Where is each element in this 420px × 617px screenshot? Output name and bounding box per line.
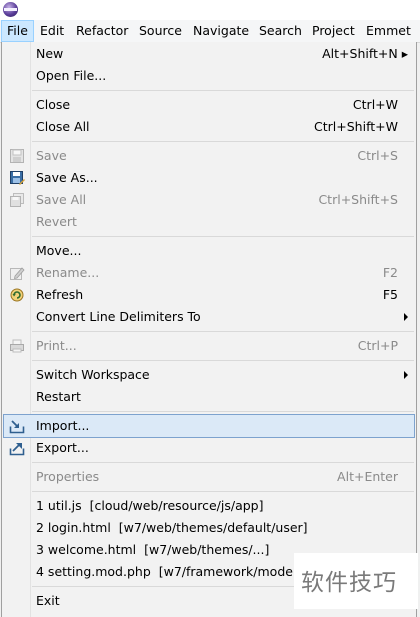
menu-file[interactable]: File [1,20,34,42]
menu-item-restart[interactable]: Restart [4,386,414,408]
menu-refactor[interactable]: Refactor [71,20,133,42]
menu-item-label: 3 welcome.html [w7/web/themes/...] [36,539,269,561]
menu-item-properties[interactable]: Properties Alt+Enter [4,466,414,488]
menu-item-label: Open File... [36,68,107,83]
menu-item-save-all[interactable]: Save All Ctrl+Shift+S [4,189,414,211]
menu-item-label: Close All [36,119,90,134]
menu-item-save[interactable]: Save Ctrl+S [4,145,414,167]
submenu-arrow-icon [404,313,408,321]
menu-item-label: Refresh [36,287,84,302]
save-all-icon [10,193,24,207]
recent-file-name: 2 login.html [36,520,111,535]
recent-file-path: [cloud/web/resource/js/app] [89,498,264,513]
menu-item-shortcut: Ctrl+P [357,338,398,353]
eclipse-app-icon[interactable] [3,2,18,17]
menu-item-label: Export... [36,440,89,455]
menu-item-label: Rename... [36,265,100,280]
import-icon [9,420,25,434]
menu-item-rename[interactable]: Rename... F2 [4,262,414,284]
menu-separator [32,141,414,142]
menu-item-label: Save [36,148,67,163]
menu-separator [32,462,414,463]
menu-separator [32,90,414,91]
menu-item-shortcut: Ctrl+Shift+W [314,119,398,134]
menu-separator [32,360,414,361]
menu-item-move[interactable]: Move... [4,240,414,262]
menu-item-label: New [36,46,64,61]
save-icon [10,149,24,163]
menu-item-convert-line-delimiters[interactable]: Convert Line Delimiters To [4,306,414,328]
recent-file-path: [w7/web/themes/...] [144,542,270,557]
menu-separator [32,411,414,412]
print-icon [10,339,24,353]
menu-item-close[interactable]: Close Ctrl+W [4,94,414,116]
menu-item-shortcut: Ctrl+Shift+S [318,192,398,207]
save-as-icon [10,171,25,185]
recent-file-path: [w7/framework/model] [158,564,302,579]
menu-item-new[interactable]: New Alt+Shift+N ▸ [4,43,414,65]
file-menu-dropdown: New Alt+Shift+N ▸ Open File... Close Ctr… [1,42,417,617]
menu-item-label: Properties [36,469,100,484]
menu-edit[interactable]: Edit [35,20,69,42]
menu-item-shortcut: F5 [382,287,398,302]
recent-file-name: 4 setting.mod.php [36,564,151,579]
menu-item-label: Print... [36,338,77,353]
menu-item-label: Save All [36,192,87,207]
menu-item-shortcut: Ctrl+S [357,148,398,163]
submenu-arrow-icon [404,371,408,379]
menu-item-label: 2 login.html [w7/web/themes/default/user… [36,517,308,539]
refresh-icon [10,288,24,302]
menu-item-label: Close [36,97,71,112]
menu-item-shortcut: Ctrl+W [352,97,398,112]
menu-item-label: Restart [36,389,81,404]
menu-project[interactable]: Project [307,20,360,42]
menu-item-label: Exit [36,593,60,608]
recent-file-name: 3 welcome.html [36,542,137,557]
menu-item-print[interactable]: Print... Ctrl+P [4,335,414,357]
menu-item-label: Import... [36,418,90,433]
export-icon [9,443,25,456]
menu-item-save-as[interactable]: Save As... [4,167,414,189]
menu-bar: File Edit Refactor Source Navigate Searc… [0,20,420,43]
menu-emmet[interactable]: Emmet [361,20,416,42]
menu-source[interactable]: Source [134,20,187,42]
menu-item-label: Save As... [36,170,98,185]
watermark-text: 软件技巧 [301,570,397,596]
menu-item-close-all[interactable]: Close All Ctrl+Shift+W [4,116,414,138]
menu-item-shortcut: F2 [382,265,398,280]
menu-item-open-file[interactable]: Open File... [4,65,414,87]
menu-item-label: Switch Workspace [36,367,150,382]
menu-navigate[interactable]: Navigate [188,20,254,42]
rename-icon [10,267,25,280]
menu-separator [32,331,414,332]
menu-separator [32,491,414,492]
menu-item-label: 1 util.js [cloud/web/resource/js/app] [36,495,264,517]
menu-item-shortcut: Alt+Shift+N ▸ [322,46,408,61]
menu-item-label: Convert Line Delimiters To [36,309,201,324]
recent-file-name: 1 util.js [36,498,82,513]
menu-item-import[interactable]: Import... [3,414,415,438]
watermark: 软件技巧 [294,553,418,609]
menu-item-refresh[interactable]: Refresh F5 [4,284,414,306]
menu-item-label: Revert [36,214,77,229]
menu-item-label: Move... [36,243,82,258]
menu-item-label: 4 setting.mod.php [w7/framework/model] [36,561,301,583]
recent-file-1[interactable]: 1 util.js [cloud/web/resource/js/app] [4,495,414,517]
recent-file-2[interactable]: 2 login.html [w7/web/themes/default/user… [4,517,414,539]
menu-search[interactable]: Search [254,20,307,42]
menu-separator [32,236,414,237]
window-title-bar [0,0,420,20]
recent-file-path: [w7/web/themes/default/user] [118,520,308,535]
menu-item-shortcut: Alt+Enter [337,469,398,484]
menu-item-switch-workspace[interactable]: Switch Workspace [4,364,414,386]
menu-item-export[interactable]: Export... [4,437,414,459]
menu-item-revert[interactable]: Revert [4,211,414,233]
